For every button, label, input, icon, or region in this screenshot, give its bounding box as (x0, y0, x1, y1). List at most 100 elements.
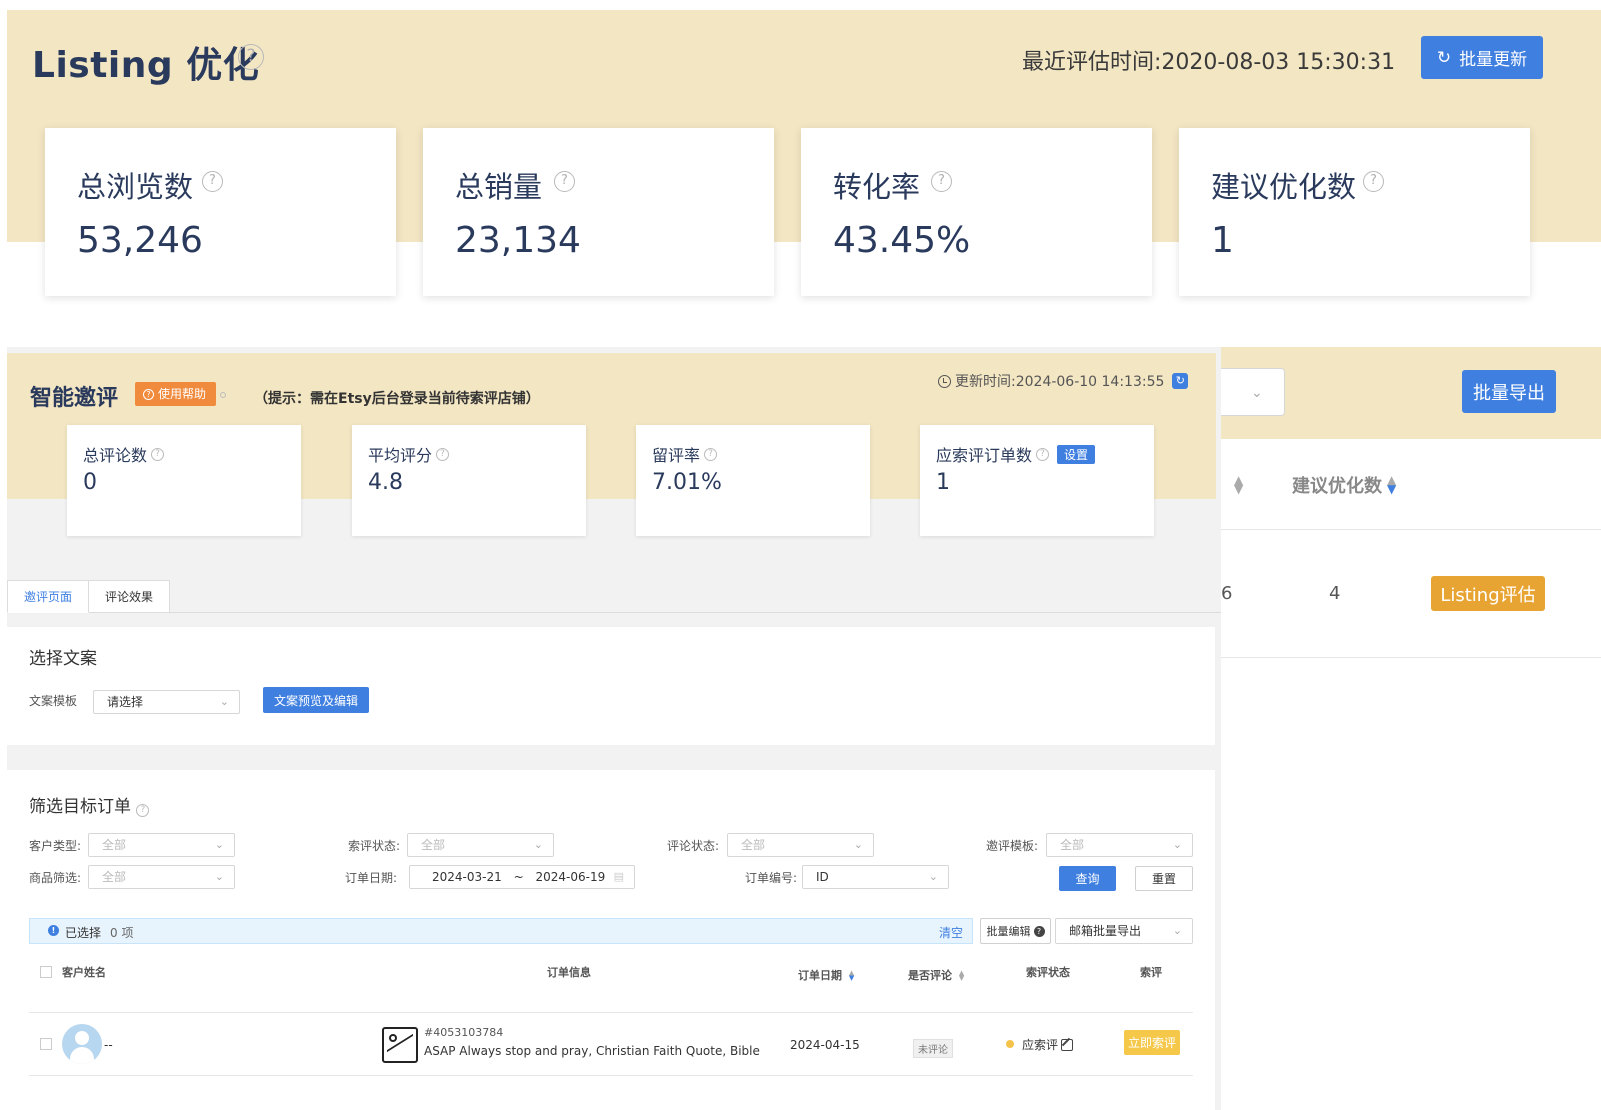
comment-status-select[interactable]: 全部 ⌄ (727, 833, 874, 857)
batch-edit-button[interactable]: 批量编辑 ? (980, 918, 1051, 944)
query-button[interactable]: 查询 (1059, 866, 1116, 891)
help-icon[interactable]: ? (202, 171, 223, 192)
stat-card-suggest: 建议优化数 ? 1 (1179, 128, 1530, 296)
customer-name: -- (104, 1038, 113, 1052)
question-icon: ? (143, 388, 154, 400)
stat-label: 总浏览数 (77, 170, 194, 204)
row-divider (29, 1012, 1193, 1013)
select-all-checkbox[interactable] (40, 966, 52, 978)
clear-link[interactable]: 清空 (939, 924, 963, 941)
th-customer-name: 客户姓名 (62, 966, 106, 979)
stat-label: 总销量 (455, 170, 543, 204)
th-order-info: 订单信息 (547, 966, 591, 979)
stat-label: 平均评分 (368, 446, 433, 465)
stat-card-sales: 总销量 ? 23,134 (423, 128, 774, 296)
help-icon[interactable]: ? (436, 447, 450, 461)
edit-icon[interactable] (1061, 1039, 1074, 1051)
order-title[interactable]: ASAP Always stop and pray, Christian Fai… (424, 1044, 764, 1058)
th-order-date[interactable]: 订单日期 ▲ ▼ (798, 967, 854, 983)
dot-icon (220, 392, 226, 398)
login-tip: （提示：需在Etsy后台登录当前待索评店铺） (254, 391, 540, 407)
section-title: 选择文案 (29, 649, 97, 669)
refresh-icon: ↻ (1436, 47, 1452, 68)
sort-icon[interactable]: ▲ ▼ (1234, 474, 1243, 495)
review-status-select[interactable]: 全部 ⌄ (407, 833, 554, 857)
mail-export-select[interactable]: 邮箱批量导出 ⌄ (1055, 918, 1193, 944)
help-icon[interactable]: ? (238, 44, 264, 70)
last-eval-time: 最近评估时间:2020-08-03 15:30:31 (1022, 50, 1396, 75)
stat-card-review-rate: 留评率? 7.01% (636, 425, 870, 536)
stat-label: 转化率 (833, 170, 921, 204)
chevron-down-icon: ⌄ (1172, 924, 1182, 937)
stat-card-total-reviews: 总评论数? 0 (67, 425, 301, 536)
batch-export-button[interactable]: 批量导出 (1462, 370, 1556, 413)
update-time: 更新时间:2024-06-10 14:13:55 ↻ (938, 371, 1189, 391)
stat-label: 建议优化数 (1211, 170, 1357, 204)
order-date-range[interactable]: 2024-03-21 ~ 2024-06-19 ▤ (409, 865, 635, 889)
th-review-status: 索评状态 (1026, 966, 1070, 979)
avatar (62, 1024, 102, 1064)
customer-type-select[interactable]: 全部 ⌄ (88, 833, 235, 857)
order-no-label: 订单编号: (745, 871, 798, 885)
chevron-down-icon: ⌄ (219, 695, 229, 708)
batch-update-button[interactable]: ↻ 批量更新 (1421, 36, 1543, 79)
stat-value: 23,134 (455, 220, 581, 261)
row-checkbox[interactable] (40, 1038, 52, 1050)
calendar-icon: ▤ (613, 870, 624, 883)
filter-select[interactable]: ⌄ (1221, 368, 1285, 416)
chevron-down-icon: ⌄ (853, 838, 863, 851)
selection-bar: ! 已选择 0 项 清空 (29, 918, 973, 944)
help-icon[interactable]: ? (1363, 171, 1384, 192)
stat-value: 7.01% (652, 470, 722, 495)
info-icon: ! (48, 925, 59, 936)
chevron-down-icon: ⌄ (533, 838, 543, 851)
tab-invite-page[interactable]: 邀评页面 (7, 580, 90, 613)
table-header-row (1221, 440, 1601, 530)
copy-select-panel: 选择文案 文案模板 请选择 ⌄ 文案预览及编辑 (7, 627, 1215, 745)
stat-value: 53,246 (77, 220, 203, 261)
order-date: 2024-04-15 (790, 1038, 860, 1052)
order-date-label: 订单日期: (345, 871, 398, 885)
help-icon[interactable]: ? (554, 171, 575, 192)
sort-icon[interactable]: ▲ ▼ (1387, 474, 1396, 495)
review-title: 智能邀评 (30, 386, 119, 411)
template-select[interactable]: 请选择 ⌄ (93, 690, 240, 714)
question-icon: ? (1033, 925, 1045, 937)
invite-template-select[interactable]: 全部 ⌄ (1046, 833, 1193, 857)
request-review-button[interactable]: 立即索评 (1124, 1030, 1180, 1055)
help-icon[interactable]: ? (136, 804, 150, 817)
help-icon[interactable]: ? (931, 171, 952, 192)
preview-edit-button[interactable]: 文案预览及编辑 (263, 687, 369, 713)
setting-button[interactable]: 设置 (1057, 444, 1096, 464)
help-button[interactable]: ? 使用帮助 (135, 382, 217, 406)
template-label: 文案模板 (29, 694, 78, 708)
table-cell: 6 (1221, 583, 1233, 604)
listing-eval-button[interactable]: Listing评估 (1431, 576, 1545, 611)
chevron-down-icon: ⌄ (1172, 838, 1182, 851)
help-icon[interactable]: ? (1036, 447, 1050, 461)
column-header-suggest[interactable]: 建议优化数 (1292, 472, 1382, 498)
stat-card-avg-rating: 平均评分? 4.8 (352, 425, 586, 536)
stat-card-orders-to-review: 应索评订单数? 设置 1 (920, 425, 1154, 536)
invite-template-label: 邀评模板: (986, 839, 1039, 853)
comment-status-tag: 未评论 (913, 1039, 953, 1058)
product-filter-select[interactable]: 全部 ⌄ (88, 865, 235, 889)
order-filter-panel: 筛选目标订单 ? 客户类型: 全部 ⌄ 索评状态: 全部 ⌄ 评论状态: 全部 ⌄ 邀… (7, 770, 1215, 1110)
tab-review-effect[interactable]: 评论效果 (89, 580, 171, 613)
review-status-label: 索评状态: (348, 839, 401, 853)
help-icon[interactable]: ? (151, 447, 165, 461)
sort-icon: ▲ ▼ (848, 969, 855, 982)
chevron-down-icon: ⌄ (214, 838, 224, 851)
th-commented[interactable]: 是否评论 ▲ ▼ (908, 967, 964, 983)
order-id: #4053103784 (424, 1026, 504, 1039)
stat-value: 1 (1211, 220, 1234, 261)
customer-type-label: 客户类型: (29, 839, 82, 853)
page-title: Listing 优化 (32, 45, 260, 86)
stat-value: 0 (83, 470, 97, 495)
reset-button[interactable]: 重置 (1135, 866, 1193, 891)
help-icon[interactable]: ? (704, 447, 718, 461)
chevron-down-icon: ⌄ (928, 870, 938, 883)
table-cell-suggest: 4 (1329, 583, 1341, 604)
order-no-select[interactable]: ID ⌄ (802, 865, 949, 889)
refresh-icon[interactable]: ↻ (1172, 373, 1189, 389)
